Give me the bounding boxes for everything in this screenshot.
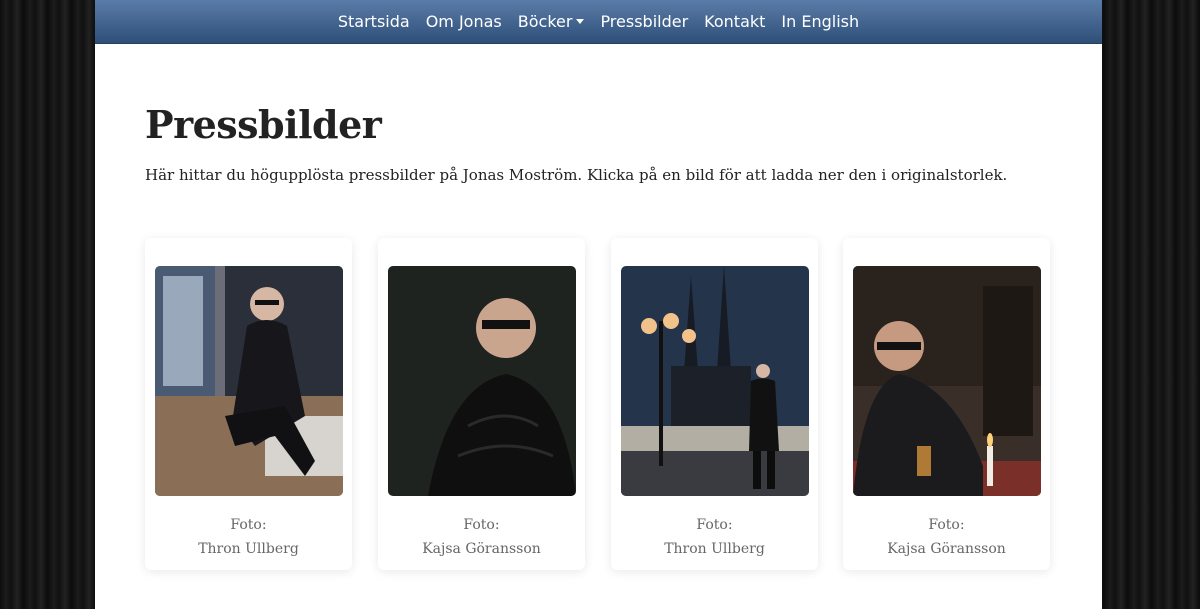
press-photo-image	[155, 266, 343, 496]
photo-caption-prefix: Foto:	[230, 517, 267, 533]
top-navbar: Startsida Om Jonas Böcker Pressbilder Ko…	[95, 0, 1102, 44]
photo-credit: Kajsa Göransson	[887, 541, 1006, 557]
photo-card: Foto: Thron Ullberg	[145, 238, 352, 570]
photo-caption-prefix: Foto:	[928, 517, 965, 533]
nav-pressbilder[interactable]: Pressbilder	[600, 12, 688, 31]
nav-bocker-dropdown[interactable]: Böcker	[518, 12, 585, 31]
photo-credit: Thron Ullberg	[198, 541, 299, 557]
press-photo-link[interactable]	[388, 266, 576, 496]
nav-in-english[interactable]: In English	[781, 12, 859, 31]
press-photo-image	[621, 266, 809, 496]
photo-caption-prefix: Foto:	[696, 517, 733, 533]
photo-credit: Kajsa Göransson	[422, 541, 541, 557]
photo-card: Foto: Thron Ullberg	[611, 238, 818, 570]
page-title: Pressbilder	[145, 102, 382, 147]
photo-credit: Thron Ullberg	[664, 541, 765, 557]
page-intro: Här hittar du högupplösta pressbilder på…	[145, 166, 1008, 184]
photo-card: Foto: Kajsa Göransson	[843, 238, 1050, 570]
nav-kontakt[interactable]: Kontakt	[704, 12, 765, 31]
press-photo-link[interactable]	[853, 266, 1041, 496]
nav-startsida[interactable]: Startsida	[338, 12, 410, 31]
photo-card: Foto: Kajsa Göransson	[378, 238, 585, 570]
nav-bocker-label: Böcker	[517, 12, 573, 31]
press-photo-image	[388, 266, 576, 496]
nav-om-jonas[interactable]: Om Jonas	[426, 12, 502, 31]
press-photo-image	[853, 266, 1041, 496]
press-photo-link[interactable]	[621, 266, 809, 496]
chevron-down-icon	[576, 19, 585, 24]
photo-caption-prefix: Foto:	[463, 517, 500, 533]
page: Startsida Om Jonas Böcker Pressbilder Ko…	[95, 0, 1102, 609]
press-photo-link[interactable]	[155, 266, 343, 496]
